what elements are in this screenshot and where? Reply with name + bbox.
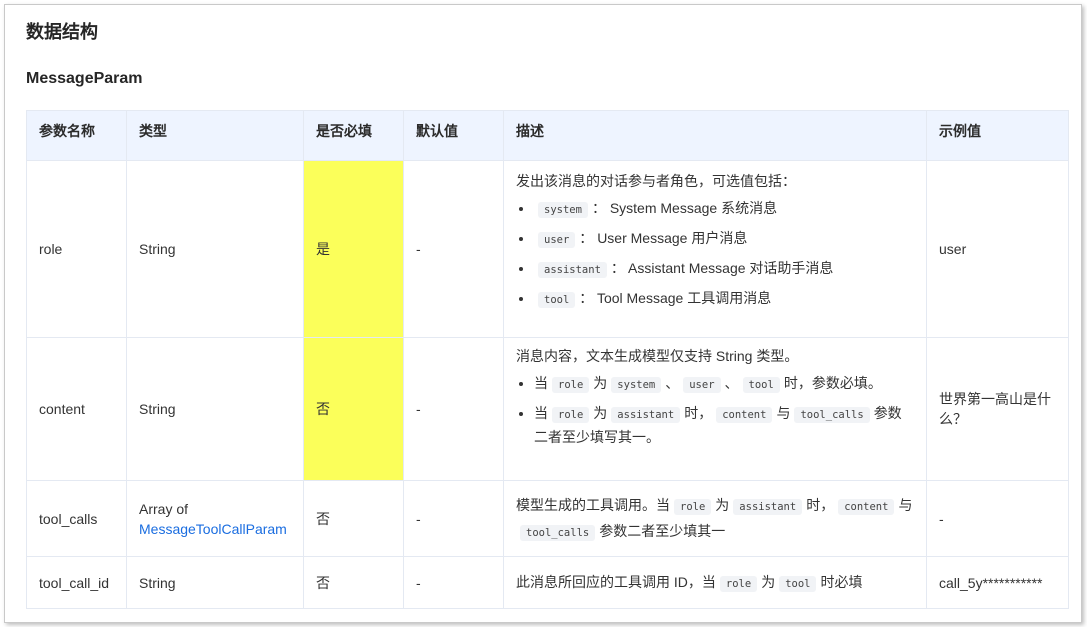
param-example: user	[926, 160, 1069, 338]
content-rules-list: 当role为system、user、tool时，参数必填。 当role为assi…	[516, 372, 914, 448]
code-inline: role	[552, 407, 590, 423]
rule-text: 当	[534, 375, 548, 391]
param-default: -	[403, 556, 504, 609]
code-inline: tool_calls	[520, 524, 596, 541]
param-name: content	[26, 337, 127, 481]
rule-text: 、	[724, 375, 739, 391]
header-param-name: 参数名称	[26, 110, 127, 161]
code-inline: tool_calls	[794, 407, 870, 423]
table-row: tool_call_id String 否 - 此消息所回应的工具调用 ID，当…	[26, 556, 1069, 609]
param-required: 否	[303, 556, 404, 609]
param-required: 否	[303, 337, 404, 481]
param-default: -	[403, 337, 504, 481]
param-required: 否	[303, 480, 404, 557]
description-intro: 消息内容，文本生成模型仅支持 String 类型。	[516, 348, 799, 364]
header-type: 类型	[126, 110, 304, 161]
code-inline: tool	[538, 292, 576, 308]
code-inline: role	[552, 377, 590, 393]
param-description: 模型生成的工具调用。当 role 为 assistant 时， content 与 tool_…	[503, 480, 927, 557]
code-inline: user	[538, 232, 576, 248]
header-description: 描述	[503, 110, 927, 161]
code-inline: assistant	[538, 262, 607, 278]
desc-text: 时必填	[820, 573, 863, 590]
separator: ：	[579, 230, 594, 246]
param-description: 此消息所回应的工具调用 ID，当 role 为 tool 时必填	[503, 556, 927, 609]
desc-text: 参数二者至少填其一	[599, 522, 726, 539]
option-text: Assistant Message 对话助手消息	[628, 260, 834, 276]
header-required: 是否必填	[303, 110, 404, 161]
param-default: -	[403, 480, 504, 557]
list-item: assistant： Assistant Message 对话助手消息	[534, 257, 914, 281]
desc-text: 时，	[806, 496, 835, 513]
code-inline: user	[683, 377, 721, 393]
code-inline: tool	[742, 377, 780, 393]
rule-text: 为	[593, 405, 608, 421]
param-type: Array of MessageToolCallParam	[126, 480, 304, 557]
param-example: -	[926, 480, 1069, 557]
list-item: 当role为system、user、tool时，参数必填。	[534, 372, 914, 396]
param-name: tool_call_id	[26, 556, 127, 609]
option-text: User Message 用户消息	[597, 230, 748, 246]
desc-text: 此消息所回应的工具调用 ID，当	[516, 573, 716, 590]
type-prefix: Array of	[139, 500, 189, 517]
param-name: tool_calls	[26, 480, 127, 557]
desc-text: 为	[761, 573, 776, 590]
param-example: 世界第一高山是什么？	[926, 337, 1069, 481]
description-intro: 发出该消息的对话参与者角色，可选值包括：	[516, 173, 796, 189]
param-type: String	[126, 556, 304, 609]
param-default: -	[403, 160, 504, 338]
code-inline: content	[838, 498, 895, 515]
code-inline: content	[716, 407, 773, 423]
list-item: user： User Message 用户消息	[534, 227, 914, 251]
list-item: 当role为assistant时，content与tool_calls参数二者至…	[534, 402, 914, 448]
code-inline: role	[674, 498, 712, 515]
rule-text: 时，参数必填。	[783, 375, 882, 391]
param-description: 消息内容，文本生成模型仅支持 String 类型。 当role为system、u…	[503, 337, 927, 481]
list-item: tool： Tool Message 工具调用消息	[534, 287, 914, 311]
rule-text: 、	[665, 375, 680, 391]
separator: ：	[579, 290, 594, 306]
code-inline: tool	[779, 575, 817, 592]
separator: ：	[610, 260, 625, 276]
table-row: role String 是 - 发出该消息的对话参与者角色，可选值包括： sys…	[26, 160, 1069, 338]
code-inline: assistant	[733, 498, 803, 515]
rule-text: 与	[776, 405, 791, 421]
param-table: 参数名称 类型 是否必填 默认值 描述 示例值 role String 是 - …	[26, 110, 1069, 609]
rule-text: 当	[534, 405, 548, 421]
rule-text: 为	[593, 375, 608, 391]
desc-text: 为	[715, 496, 730, 513]
role-options-list: system： System Message 系统消息 user： User M…	[516, 197, 914, 311]
table-header-row: 参数名称 类型 是否必填 默认值 描述 示例值	[26, 110, 1069, 161]
code-inline: system	[611, 377, 662, 393]
doc-frame: 数据结构 MessageParam 参数名称 类型 是否必填 默认值 描述 示例…	[4, 4, 1082, 623]
section-title: 数据结构	[26, 22, 98, 42]
separator: ：	[591, 200, 606, 216]
desc-text: 模型生成的工具调用。当	[516, 496, 670, 513]
list-item: system： System Message 系统消息	[534, 197, 914, 221]
param-type: String	[126, 337, 304, 481]
code-inline: assistant	[611, 407, 681, 423]
param-required: 是	[303, 160, 404, 338]
param-example: call_5y***********	[926, 556, 1069, 609]
param-description: 发出该消息的对话参与者角色，可选值包括： system： System Mess…	[503, 160, 927, 338]
desc-text: 与	[898, 496, 913, 513]
header-example: 示例值	[926, 110, 1069, 161]
param-name: role	[26, 160, 127, 338]
code-inline: system	[538, 202, 588, 218]
rule-text: 时，	[684, 405, 713, 421]
table-row: content String 否 - 消息内容，文本生成模型仅支持 String…	[26, 337, 1069, 481]
type-link-message-tool-call-param[interactable]: MessageToolCallParam	[139, 521, 287, 537]
header-default: 默认值	[403, 110, 504, 161]
struct-title: MessageParam	[26, 70, 143, 87]
code-inline: role	[719, 575, 758, 592]
param-type: String	[126, 160, 304, 338]
option-text: System Message 系统消息	[609, 200, 778, 216]
table-row: tool_calls Array of MessageToolCallParam…	[26, 480, 1069, 557]
option-text: Tool Message 工具调用消息	[596, 290, 772, 306]
